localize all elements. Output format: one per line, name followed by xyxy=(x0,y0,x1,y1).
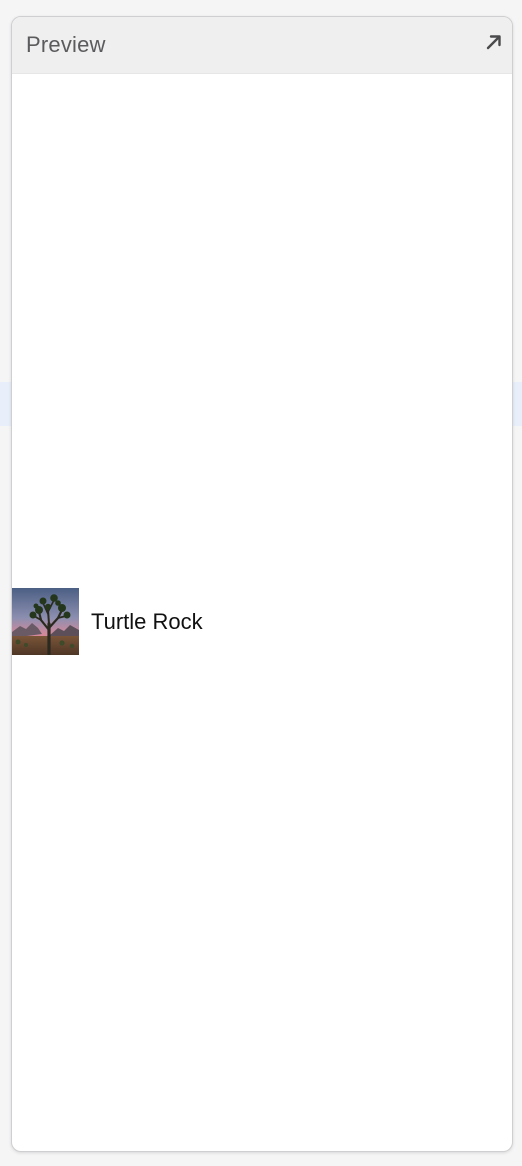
panel-title: Preview xyxy=(26,32,106,57)
list-item-label: Turtle Rock xyxy=(91,609,203,634)
panel-header: Preview xyxy=(12,17,512,74)
landscape-thumbnail-image xyxy=(12,588,79,655)
arrow-up-right-icon[interactable] xyxy=(484,32,504,52)
preview-panel: Preview Turtle Rock xyxy=(11,16,513,1152)
list-item[interactable]: Turtle Rock xyxy=(12,587,512,655)
